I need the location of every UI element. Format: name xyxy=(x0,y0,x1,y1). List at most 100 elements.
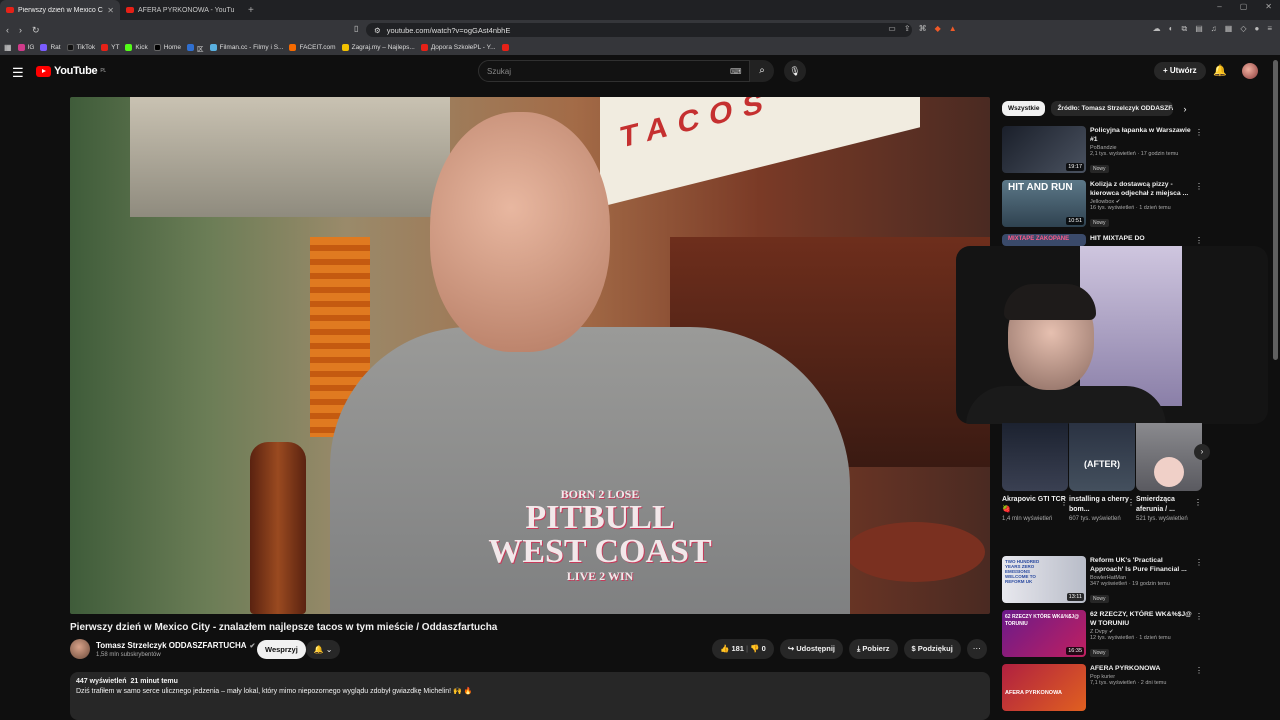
short-title: installing a cherry bom... xyxy=(1069,496,1129,513)
tab-close-icon[interactable]: ✕ xyxy=(107,6,114,15)
like-button[interactable]: 👍 181 xyxy=(720,644,744,653)
user-avatar[interactable] xyxy=(1242,63,1258,79)
browser-tab[interactable]: AFERA PYRKONOWA - YouTube xyxy=(120,0,240,20)
more-vertical-icon[interactable]: ⋮ xyxy=(1195,612,1203,621)
tabs-icon[interactable]: ▦ xyxy=(1225,24,1233,34)
bookmark-icon[interactable]: ▯ xyxy=(354,24,358,33)
bookmark-item[interactable] xyxy=(501,44,509,51)
rec-item[interactable]: HIT AND RUN 10:51 Kolizja z dostawcą piz… xyxy=(1002,180,1207,230)
sidebar-icon[interactable]: ▤ xyxy=(1195,24,1203,34)
minimize-icon[interactable]: – xyxy=(1217,2,1221,11)
description-box[interactable]: 447 wyświetleń 21 minut temu Dziś trafił… xyxy=(70,672,990,720)
rewards-icon[interactable]: ▲ xyxy=(949,24,957,34)
tab-title: AFERA PYRKONOWA - YouTube xyxy=(138,6,234,14)
rec-item[interactable]: TWO HUNDRED YEARS ZERO EMISSIONS WELCOME… xyxy=(1002,556,1207,606)
rec-duration: 16:35 xyxy=(1066,647,1084,655)
dislike-button[interactable]: 👎 0 xyxy=(750,644,766,653)
more-vertical-icon[interactable]: ⋮ xyxy=(1195,182,1203,191)
bookmark-item[interactable]: IG xyxy=(17,44,34,51)
rec-title-text: MIXTAPE DO xyxy=(1102,235,1145,242)
shirt-text-line: WEST COAST xyxy=(488,533,712,570)
short-item[interactable]: (AFTER) installing a cherry bom... 607 t… xyxy=(1069,423,1135,523)
rec-item[interactable]: AFERA PYRKONOWA AFERA PYRKONOWA Pop kuri… xyxy=(1002,664,1207,714)
youtube-logo[interactable]: YouTube PL xyxy=(36,65,106,77)
bookmark-item[interactable]: Kick xyxy=(125,44,148,51)
bookmark-item[interactable]: Rat xyxy=(40,44,61,51)
channel-avatar[interactable] xyxy=(70,639,90,659)
rec-item[interactable]: 62 RZECZY KTÓRE WK&%$J@ TORUNIU 16:35 62… xyxy=(1002,610,1207,660)
more-vertical-icon[interactable]: ⋮ xyxy=(1195,666,1203,675)
vpn-icon[interactable]: ☁ xyxy=(1153,24,1161,34)
search-input[interactable]: Szukaj xyxy=(478,60,750,82)
rec-thumbnail: HIT AND RUN 10:51 xyxy=(1002,180,1086,227)
kick-icon xyxy=(125,44,133,51)
chevron-right-icon[interactable]: › xyxy=(1183,104,1186,114)
share-label: Udostępnij xyxy=(796,644,835,653)
more-actions-button[interactable]: ⋯ xyxy=(966,639,987,659)
site-settings-icon[interactable]: ⚙ xyxy=(374,26,381,35)
apps-grid-icon[interactable]: ▦ xyxy=(4,43,12,52)
rec-item[interactable]: MIXTAPE ZAKOPANE HIT MIXTAPE DO ⋮ xyxy=(1002,234,1207,246)
keyboard-icon[interactable]: ⌨ xyxy=(730,67,742,76)
maximize-icon[interactable]: ▢ xyxy=(1240,2,1248,11)
new-badge: Nowy xyxy=(1090,219,1109,227)
new-tab-icon[interactable]: + xyxy=(248,5,254,16)
create-button[interactable]: + Utwórz xyxy=(1154,62,1206,80)
download-button[interactable]: ⤓ Pobierz xyxy=(848,639,898,659)
bookmark-item[interactable]: FACEIT.com xyxy=(289,44,336,51)
more-vertical-icon[interactable]: ⋮ xyxy=(1194,498,1202,507)
video-player[interactable]: TACOS BORN 2 LOSE PITBULL WEST COAST LIV… xyxy=(70,97,990,614)
bookmark-item[interactable]: YT xyxy=(101,44,119,51)
bookmark-item[interactable]: Zagraj.my – Najleps... xyxy=(341,44,415,51)
short-item[interactable]: Śmierdząca aferunia / ... 521 tys. wyświ… xyxy=(1136,423,1202,523)
logo-text: YouTube xyxy=(54,65,98,77)
bookmark-item[interactable]: 区 xyxy=(187,43,204,53)
translate-icon[interactable]: ⌘ xyxy=(919,24,927,34)
create-label: Utwórz xyxy=(1169,66,1197,75)
thanks-button[interactable]: $ Podziękuj xyxy=(903,639,961,659)
thanks-label: Podziękuj xyxy=(917,644,953,653)
short-thumbnail: (AFTER) xyxy=(1069,423,1135,491)
share-button[interactable]: ↪ Udostępnij xyxy=(779,639,843,659)
extension-icon[interactable]: ◐ xyxy=(1169,24,1174,34)
short-item[interactable]: Akrapovic GTI TCR 🍓 1,4 mln wyświetleń ⋮ xyxy=(1002,423,1068,523)
subscription-bell-button[interactable]: 🔔 ⌄ xyxy=(306,640,340,659)
more-vertical-icon[interactable]: ⋮ xyxy=(1195,128,1203,137)
brave-shield-icon[interactable]: ◆ xyxy=(935,24,941,34)
forward-icon[interactable]: › xyxy=(19,25,22,35)
bookmark-item[interactable]: Дорога SzkołePL - Y... xyxy=(420,44,496,51)
page-scrollbar[interactable] xyxy=(1273,60,1278,360)
search-button[interactable]: ⌕ xyxy=(750,60,774,82)
screenshot-icon[interactable]: ▭ xyxy=(888,24,896,34)
music-icon[interactable]: ♫ xyxy=(1211,24,1217,34)
like-dislike-group: 👍 181 | 👎 0 xyxy=(712,639,774,659)
more-vertical-icon[interactable]: ⋮ xyxy=(1195,558,1203,567)
bookmark-item[interactable]: Filman.cc - Filmy i S... xyxy=(209,44,283,51)
url-bar[interactable]: ⚙ youtube.com/watch?v=ogGAst4nbhE xyxy=(366,23,912,37)
webcam-person-shirt xyxy=(966,386,1166,424)
browser-menu-icon[interactable]: ≡ xyxy=(1267,24,1272,34)
shorts-next-button[interactable]: › xyxy=(1194,444,1210,460)
close-window-icon[interactable]: ✕ xyxy=(1265,2,1272,11)
rec-thumbnail-text: MIXTAPE ZAKOPANE xyxy=(1008,236,1070,242)
chip-all[interactable]: Wszystkie xyxy=(1002,101,1046,116)
reload-icon[interactable]: ↻ xyxy=(32,25,40,36)
hamburger-menu-icon[interactable]: ☰ xyxy=(12,65,24,81)
back-icon[interactable]: ‹ xyxy=(6,25,9,35)
more-vertical-icon[interactable]: ⋮ xyxy=(1127,498,1135,507)
support-button[interactable]: Wesprzyj xyxy=(257,640,306,659)
rec-item[interactable]: 19:17 Policyjna łapanka w Warszawie #1 P… xyxy=(1002,126,1207,176)
more-vertical-icon[interactable]: ⋮ xyxy=(1195,236,1203,245)
chip-source[interactable]: Źródło: Tomasz Strzelczyk ODDASZFA xyxy=(1051,101,1174,116)
bookmark-item[interactable]: Home xyxy=(153,44,181,51)
voice-search-button[interactable]: 🎙 xyxy=(784,60,806,82)
profile-icon[interactable]: ● xyxy=(1254,24,1259,34)
bookmark-item[interactable]: TikTok xyxy=(66,44,95,51)
browser-tab-active[interactable]: Pierwszy dzień w Mexico City ✕ xyxy=(0,0,120,20)
channel-name[interactable]: Tomasz Strzelczyk ODDASZFARTUCHA ✔ xyxy=(96,641,255,650)
more-vertical-icon[interactable]: ⋮ xyxy=(1060,498,1068,507)
share-icon[interactable]: ⇪ xyxy=(904,24,911,34)
notifications-bell-icon[interactable]: 🔔 xyxy=(1213,64,1227,77)
wallet-icon[interactable]: ◇ xyxy=(1240,24,1246,34)
puzzle-icon[interactable]: ⧉ xyxy=(1181,24,1187,34)
